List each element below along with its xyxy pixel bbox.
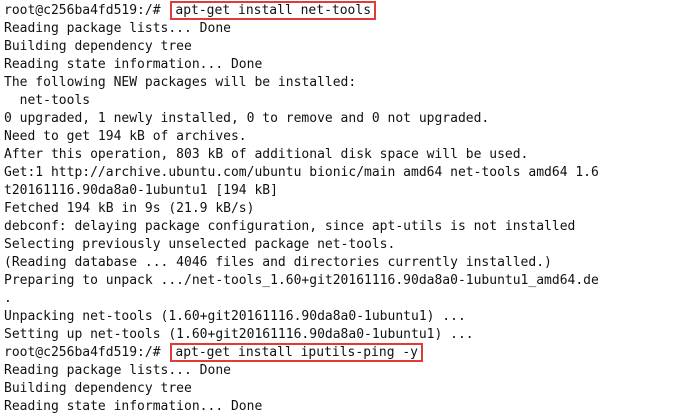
shell-prompt: root@c256ba4fd519:/# — [4, 345, 161, 360]
output-line: The following NEW packages will be insta… — [4, 75, 357, 90]
output-line: 0 upgraded, 1 newly installed, 0 to remo… — [4, 111, 490, 126]
output-line: Reading package lists... Done — [4, 363, 231, 378]
output-line: Selecting previously unselected package … — [4, 237, 396, 252]
output-line: Unpacking net-tools (1.60+git20161116.90… — [4, 309, 466, 324]
terminal-scrollbar[interactable] — [677, 0, 687, 419]
output-line: net-tools — [4, 93, 91, 108]
terminal-window[interactable]: root@c256ba4fd519:/# apt-get install net… — [0, 0, 687, 419]
output-line: Reading state information... Done — [4, 399, 263, 414]
output-line: Reading state information... Done — [4, 57, 263, 72]
command-line-1: root@c256ba4fd519:/# apt-get install net… — [4, 1, 687, 20]
output-line: Reading package lists... Done — [4, 21, 231, 36]
highlighted-command-1: apt-get install net-tools — [170, 1, 377, 20]
output-line: t20161116.90da8a0-1ubuntu1 [194 kB] — [4, 183, 278, 198]
output-line: Need to get 194 kB of archives. — [4, 129, 247, 144]
output-line: Building dependency tree — [4, 39, 192, 54]
output-line: Get:1 http://archive.ubuntu.com/ubuntu b… — [4, 165, 599, 180]
output-line: debconf: delaying package configuration,… — [4, 219, 576, 234]
output-line: After this operation, 803 kB of addition… — [4, 147, 529, 162]
command-line-2: root@c256ba4fd519:/# apt-get install ipu… — [4, 343, 687, 362]
output-line: (Reading database ... 4046 files and dir… — [4, 255, 552, 270]
output-line: . — [4, 291, 12, 306]
output-line: Building dependency tree — [4, 381, 192, 396]
output-line: Setting up net-tools (1.60+git20161116.9… — [4, 327, 474, 342]
output-line: Preparing to unpack .../net-tools_1.60+g… — [4, 273, 599, 288]
shell-prompt: root@c256ba4fd519:/# — [4, 3, 161, 18]
command-text: apt-get install iputils-ping -y — [175, 345, 419, 360]
command-text: apt-get install net-tools — [175, 3, 372, 18]
output-line: Fetched 194 kB in 9s (21.9 kB/s) — [4, 201, 255, 216]
highlighted-command-2: apt-get install iputils-ping -y — [170, 343, 424, 362]
